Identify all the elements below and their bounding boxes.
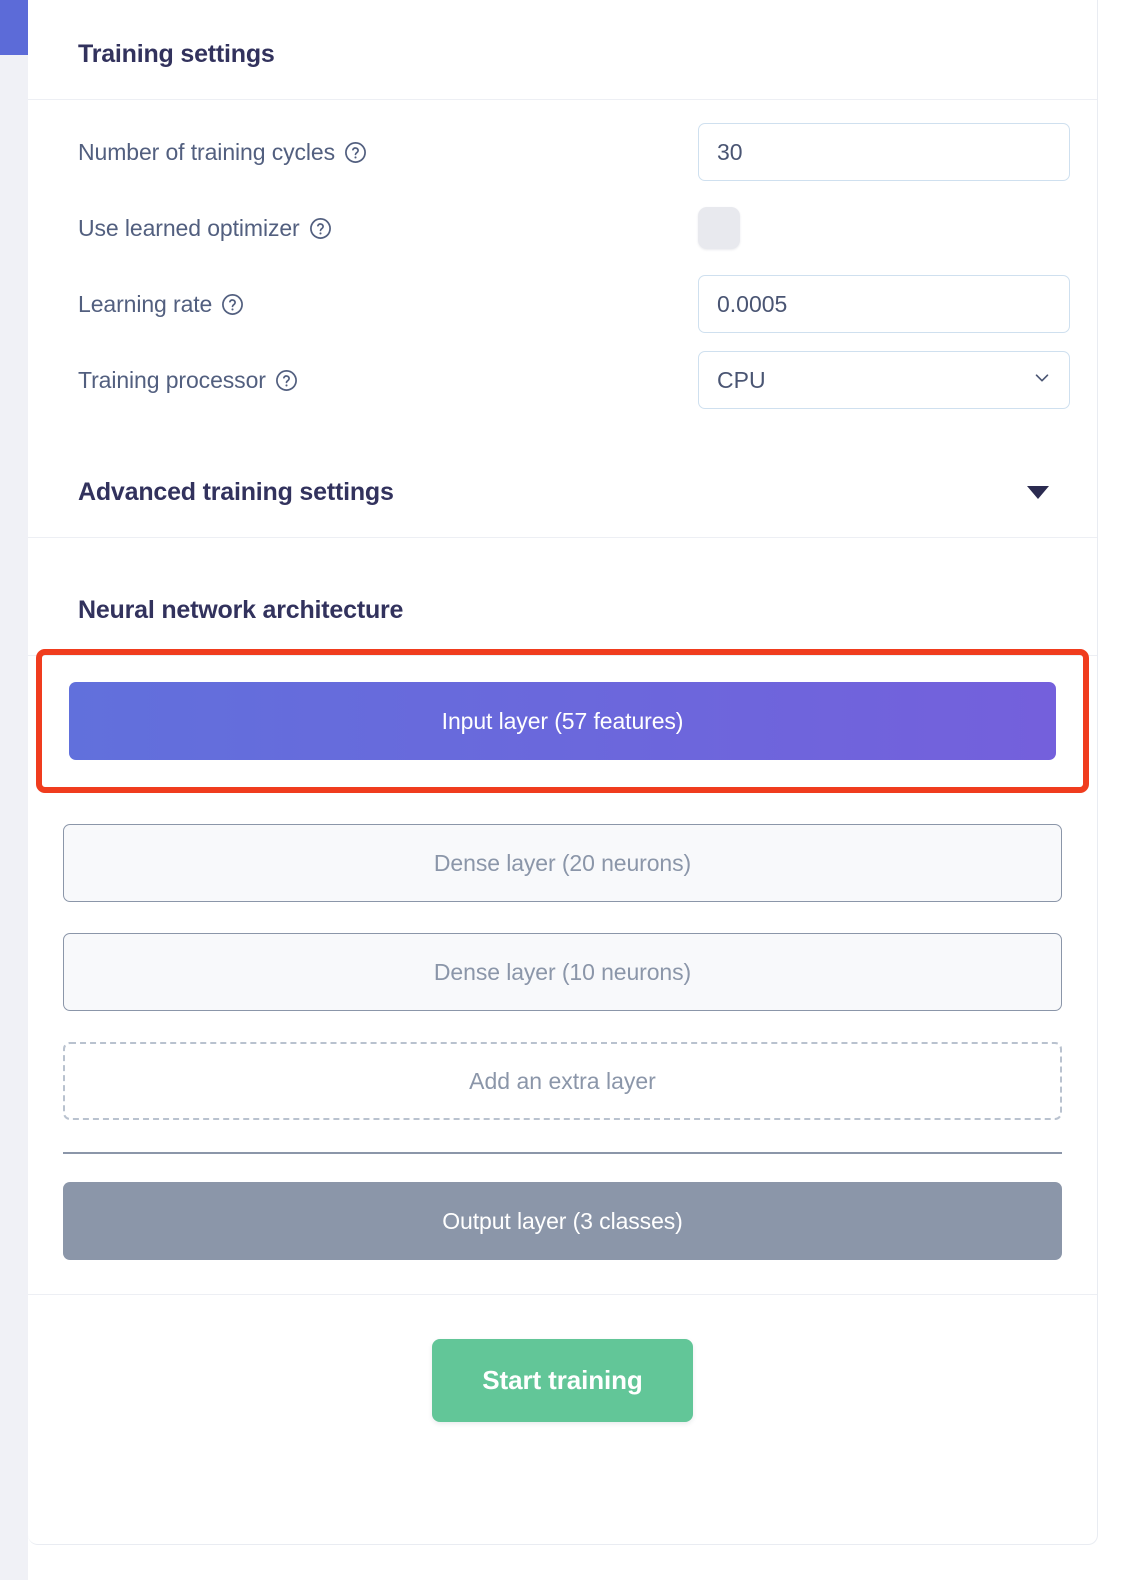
training-processor-value: CPU	[717, 366, 766, 393]
training-cycles-input[interactable]	[698, 123, 1070, 181]
advanced-training-settings-toggle[interactable]: Advanced training settings	[28, 452, 1097, 537]
row-learned-optimizer: Use learned optimizer	[28, 190, 1097, 266]
card-footer: Start training	[28, 1295, 1097, 1474]
label-learning-rate-text: Learning rate	[78, 290, 213, 317]
training-settings-title: Training settings	[78, 40, 275, 68]
help-circle-icon[interactable]	[309, 217, 332, 240]
neural-network-title: Neural network architecture	[78, 596, 404, 624]
training-settings-body: Number of training cycles Use learned op…	[28, 100, 1097, 452]
dense-layer-label: Dense layer (20 neurons)	[433, 849, 692, 876]
input-layer-label: Input layer (57 features)	[441, 707, 684, 734]
label-training-cycles: Number of training cycles	[78, 139, 698, 166]
dense-layer-button[interactable]: Dense layer (10 neurons)	[63, 933, 1062, 1011]
label-learned-optimizer: Use learned optimizer	[78, 215, 698, 242]
control-training-cycles	[698, 123, 1070, 181]
neural-network-body: Input layer (57 features) Dense layer (2…	[28, 649, 1097, 1294]
caret-down-icon	[1027, 486, 1049, 499]
training-processor-select-wrap: CPU	[698, 351, 1070, 409]
learning-rate-input[interactable]	[698, 275, 1070, 333]
dense-layer-button[interactable]: Dense layer (20 neurons)	[63, 824, 1062, 902]
add-extra-layer-button[interactable]: Add an extra layer	[63, 1042, 1062, 1120]
training-processor-select[interactable]: CPU	[698, 351, 1070, 409]
help-circle-icon[interactable]	[221, 293, 244, 316]
control-learning-rate	[698, 275, 1070, 333]
output-layer-label: Output layer (3 classes)	[442, 1207, 683, 1234]
row-training-processor: Training processor CPU	[28, 342, 1097, 418]
help-circle-icon[interactable]	[275, 369, 298, 392]
start-training-button[interactable]: Start training	[432, 1339, 693, 1422]
rail-accent-block	[0, 0, 28, 55]
label-training-cycles-text: Number of training cycles	[78, 138, 335, 165]
control-training-processor: CPU	[698, 351, 1070, 409]
row-learning-rate: Learning rate	[28, 266, 1097, 342]
layer-separator	[63, 1152, 1062, 1154]
advanced-training-settings-title: Advanced training settings	[78, 478, 394, 506]
label-learned-optimizer-text: Use learned optimizer	[78, 214, 300, 241]
help-circle-icon[interactable]	[344, 141, 367, 164]
output-layer-button[interactable]: Output layer (3 classes)	[63, 1182, 1062, 1260]
label-training-processor-text: Training processor	[78, 366, 266, 393]
row-training-cycles: Number of training cycles	[28, 114, 1097, 190]
label-learning-rate: Learning rate	[78, 291, 698, 318]
learned-optimizer-checkbox[interactable]	[698, 207, 740, 249]
label-training-processor: Training processor	[78, 367, 698, 394]
dense-layer-label: Dense layer (10 neurons)	[433, 958, 692, 985]
control-learned-optimizer	[698, 207, 1057, 249]
left-rail	[0, 0, 28, 1580]
input-layer-highlight-annotation: Input layer (57 features)	[36, 649, 1089, 793]
add-extra-layer-label: Add an extra layer	[469, 1067, 656, 1094]
input-layer-button[interactable]: Input layer (57 features)	[69, 682, 1056, 760]
settings-card: Training settings Number of training cyc…	[28, 0, 1098, 1545]
